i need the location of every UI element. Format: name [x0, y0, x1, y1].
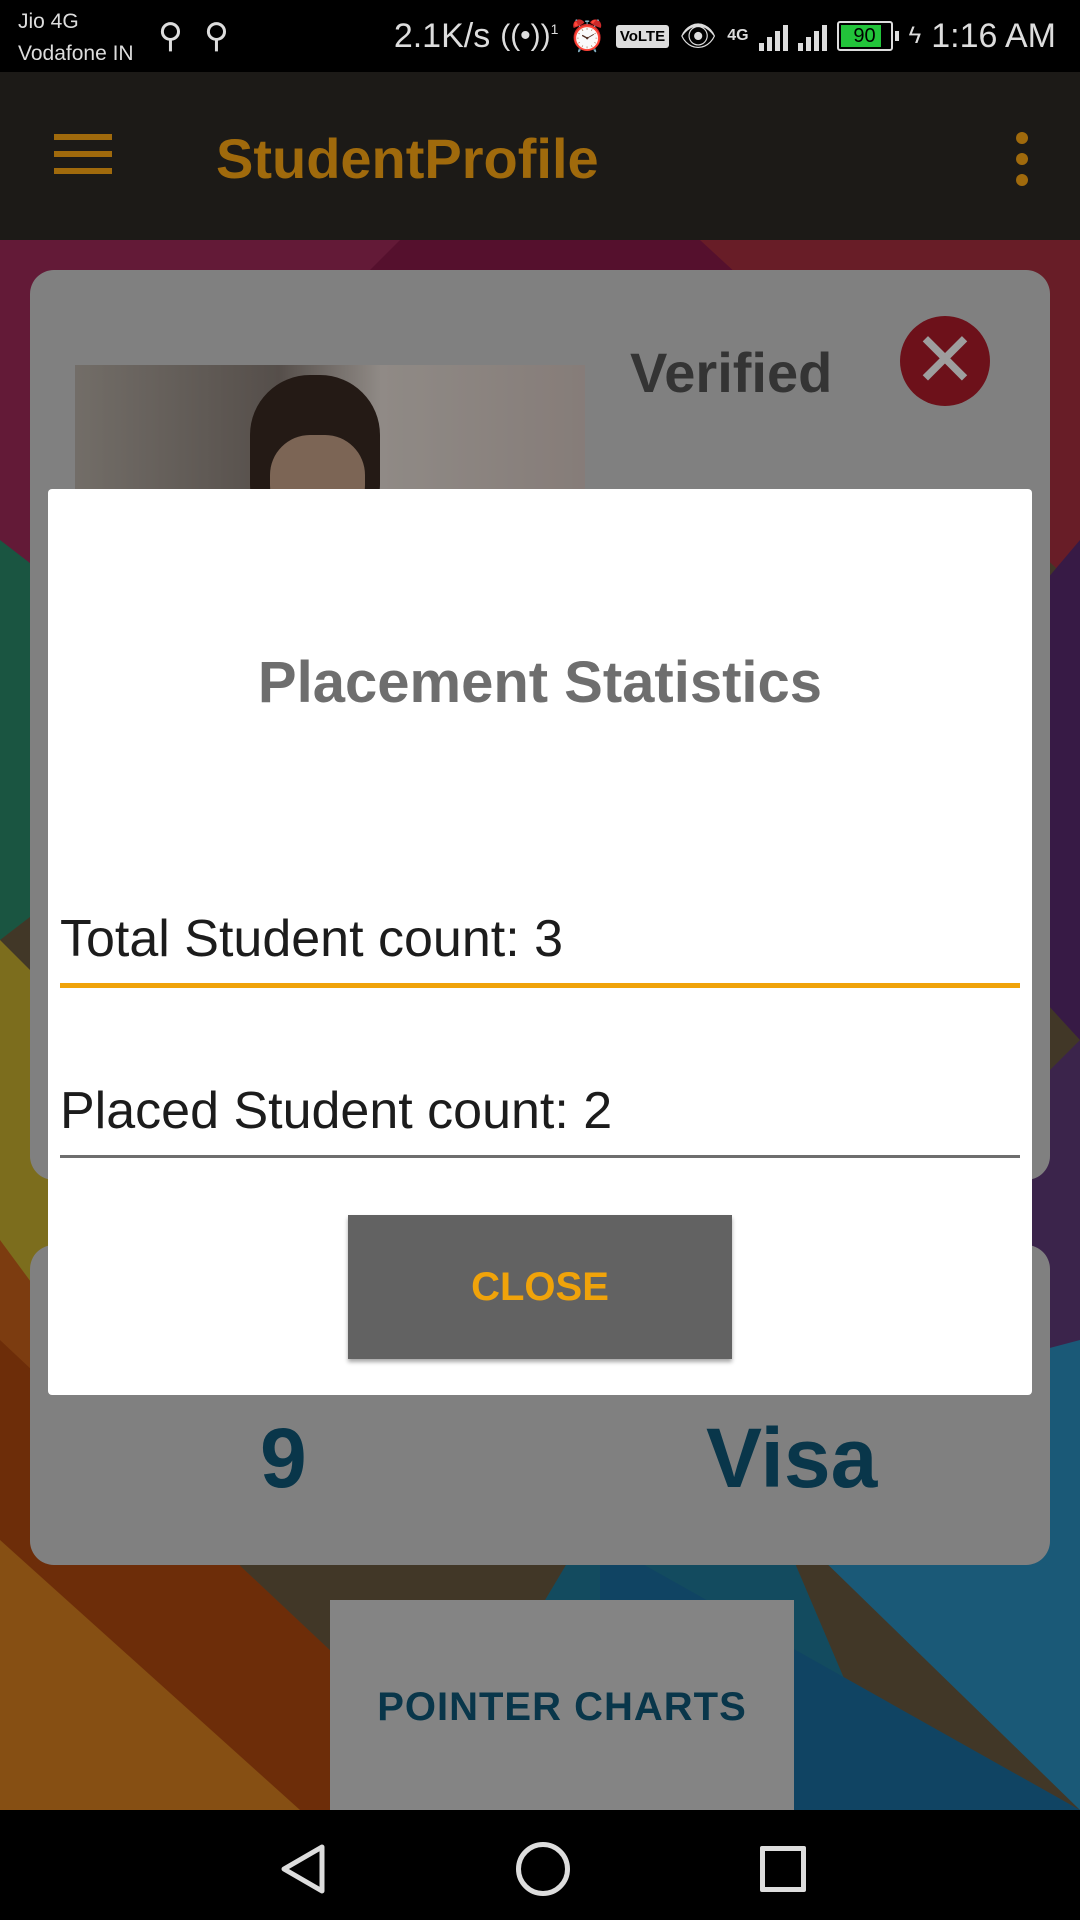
- placed-student-count-text: Placed Student count: 2: [60, 1082, 613, 1140]
- clock: 1:16 AM: [931, 16, 1056, 55]
- hamburger-menu-icon[interactable]: [54, 134, 112, 178]
- volte-icon: VoLTE: [615, 24, 670, 48]
- network-type: 4G: [727, 27, 749, 44]
- close-button-label: CLOSE: [471, 1264, 609, 1309]
- total-student-count-text: Total Student count: 3: [60, 910, 564, 968]
- hotspot-count: 1: [550, 21, 559, 37]
- recent-apps-icon[interactable]: [760, 1846, 806, 1892]
- battery-icon: 90: [836, 21, 893, 51]
- placed-student-count-field[interactable]: Placed Student count: 2: [60, 1081, 1020, 1158]
- status-bar: Jio 4G Vodafone IN ⚲ ⚲ 2.1K/s ((•))1 ⏰ V…: [0, 0, 1080, 72]
- alarm-icon: ⏰: [568, 19, 606, 53]
- carrier-name-1: Jio 4G: [18, 10, 79, 33]
- dialog-title: Placement Statistics: [257, 650, 823, 715]
- back-icon[interactable]: [278, 1843, 328, 1895]
- navigation-bar: [0, 1810, 1080, 1920]
- charging-icon: ϟ: [908, 22, 922, 49]
- app-title: StudentProfile: [216, 127, 599, 190]
- eye-icon: 👁: [679, 19, 718, 53]
- carrier-name-2: Vodafone IN: [18, 42, 134, 65]
- battery-level: 90: [853, 24, 876, 47]
- status-icons: 2.1K/s ((•))1 ⏰ VoLTE 👁 4G 90 ϟ 1:16 AM: [394, 14, 1056, 58]
- hotspot-icon: ((•))1: [500, 19, 559, 52]
- overflow-menu-icon[interactable]: [1016, 132, 1028, 195]
- usb-icon: ⚲: [204, 17, 229, 55]
- app-bar: StudentProfile: [0, 72, 1080, 240]
- signal-icon: [797, 21, 827, 51]
- home-icon[interactable]: [516, 1842, 570, 1896]
- net-speed: 2.1K/s: [393, 16, 491, 55]
- total-student-count-field[interactable]: Total Student count: 3: [60, 909, 1020, 988]
- battery-cap: [894, 31, 899, 41]
- close-button[interactable]: CLOSE: [348, 1215, 732, 1359]
- placement-statistics-dialog: Placement Statistics Total Student count…: [48, 489, 1032, 1395]
- signal-icon: [758, 21, 788, 51]
- usb-icon: ⚲: [158, 17, 183, 55]
